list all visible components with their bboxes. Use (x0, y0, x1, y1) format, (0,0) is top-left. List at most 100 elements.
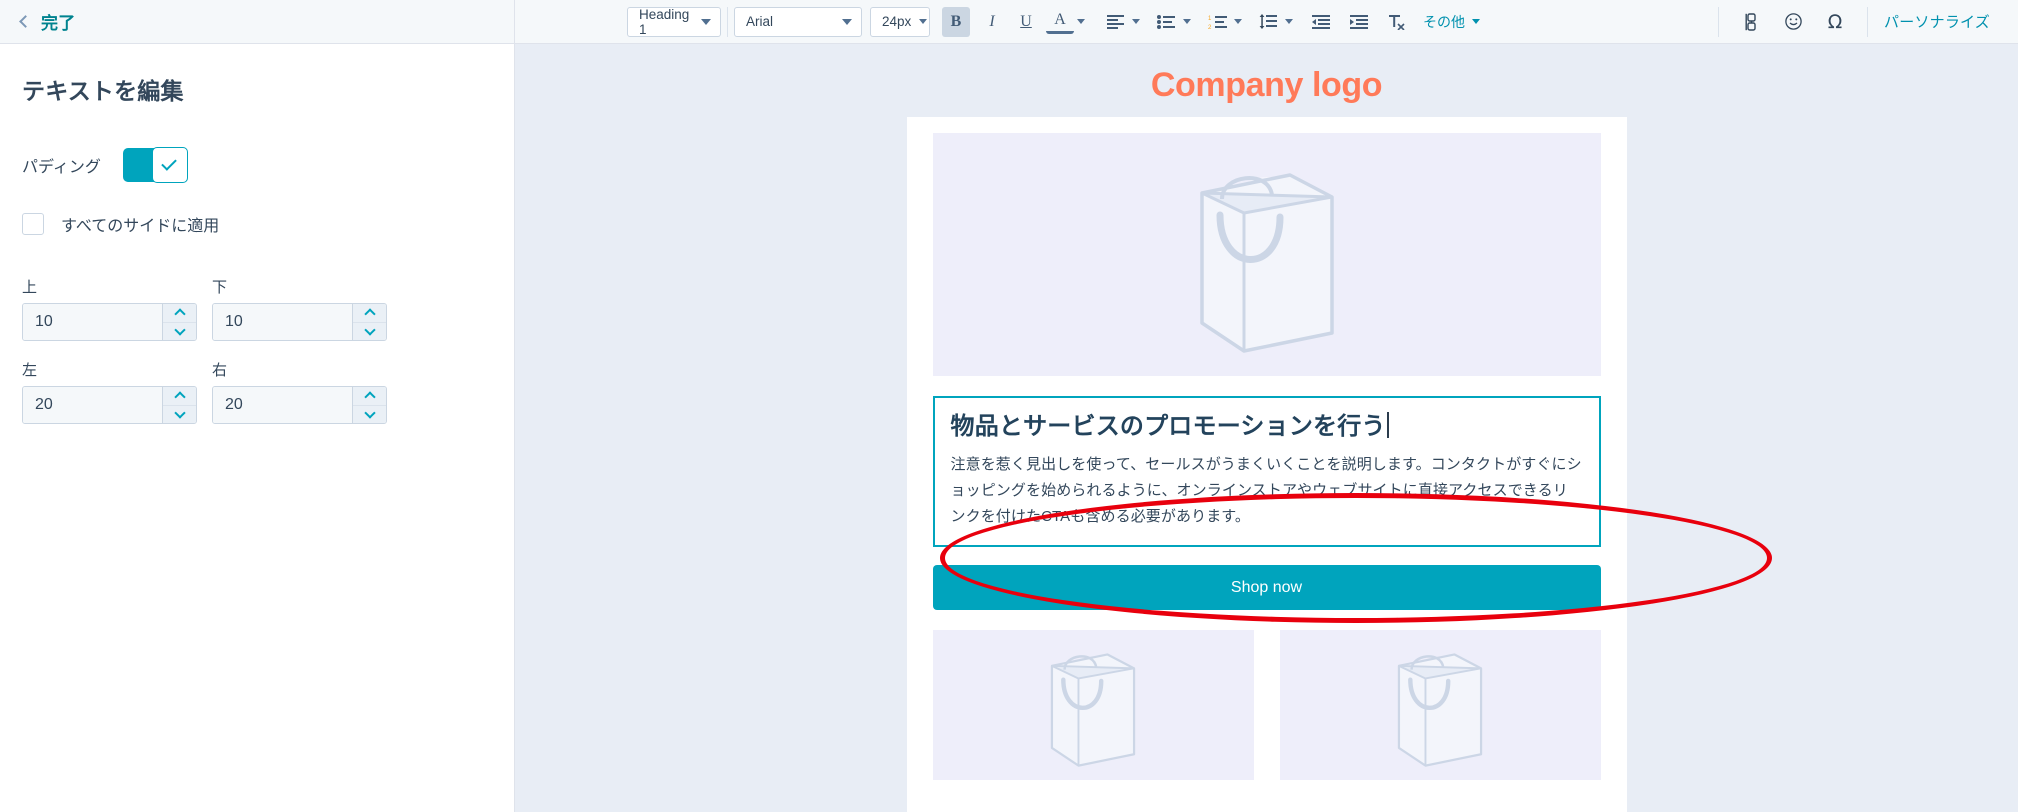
chevron-up-icon[interactable] (353, 387, 386, 405)
svg-text:1: 1 (1208, 16, 1212, 22)
text-block-heading[interactable]: 物品とサービスのプロモーションを行う (951, 412, 1389, 442)
shopping-bag-icon (1397, 653, 1483, 768)
line-height-icon (1254, 7, 1282, 37)
padding-toggle-switch[interactable] (122, 147, 188, 183)
editor-area: Heading 1 Arial 24px B I U A 1 2 その他 Ω パ… (515, 0, 2018, 812)
personalize-button[interactable]: パーソナライズ (1884, 11, 1990, 32)
chevron-down-icon (1077, 19, 1085, 24)
clear-formatting-button[interactable] (1383, 7, 1411, 37)
chevron-down-icon[interactable] (353, 321, 386, 341)
padding-left-label: 左 (22, 362, 38, 379)
chevron-left-icon (19, 15, 32, 28)
edit-text-sidebar: 完了 テキストを編集 パディング すべてのサイドに適用 上 10 下 10 左 … (0, 0, 515, 812)
font-family-select[interactable]: Arial (734, 6, 862, 37)
apply-all-sides-row[interactable]: すべてのサイドに適用 (22, 212, 492, 236)
padding-fields-grid: 上 10 下 10 左 20 右 20 (22, 262, 492, 428)
decrease-indent-button[interactable] (1307, 7, 1335, 37)
toolbar-format-group: B I U A (942, 0, 1087, 44)
toolbar-style-group: Heading 1 (627, 0, 721, 44)
email-canvas: Company logo 物品とサービスのプロモーションを行う 注意を惹く見出し… (515, 44, 2018, 812)
page-title: テキストを編集 (22, 78, 184, 104)
shopping-bag-icon (1050, 653, 1136, 768)
underline-button[interactable]: U (1012, 7, 1040, 37)
bold-button[interactable]: B (942, 6, 970, 37)
italic-button[interactable]: I (978, 7, 1006, 37)
selected-text-block[interactable]: 物品とサービスのプロモーションを行う 注意を惹く見出しを使って、セールスがうまく… (932, 396, 1601, 548)
font-family-value: Arial (746, 14, 774, 29)
more-options-label: その他 (1423, 13, 1465, 30)
padding-left-input[interactable]: 20 (22, 386, 197, 424)
padding-top-input[interactable]: 10 (22, 303, 197, 341)
toolbar-divider (727, 6, 728, 37)
toolbar-font-group: Arial 24px (734, 0, 930, 44)
emoji-icon[interactable] (1779, 7, 1807, 37)
chevron-up-icon[interactable] (353, 304, 386, 322)
chevron-down-icon (1472, 19, 1480, 24)
padding-top-group: 上 10 (22, 262, 197, 345)
toolbar-divider (1718, 6, 1720, 37)
insert-link-icon[interactable] (1737, 7, 1765, 37)
padding-top-value[interactable]: 10 (23, 304, 162, 340)
check-icon (162, 161, 177, 170)
hero-image-placeholder[interactable] (932, 133, 1601, 376)
chevron-up-icon[interactable] (163, 387, 196, 405)
font-size-select[interactable]: 24px (870, 6, 930, 37)
shop-now-button[interactable]: Shop now (932, 565, 1601, 611)
font-color-button[interactable]: A (1046, 10, 1085, 34)
line-height-button[interactable] (1254, 7, 1293, 37)
company-logo-text[interactable]: Company logo (1151, 66, 1383, 104)
padding-bottom-value[interactable]: 10 (213, 304, 352, 340)
padding-left-group: 左 20 (22, 345, 197, 428)
special-character-icon[interactable]: Ω (1821, 7, 1849, 37)
toolbar-right-group: Ω パーソナライズ (1712, 6, 2018, 37)
padding-left-value[interactable]: 20 (23, 387, 162, 423)
svg-text:2: 2 (1208, 25, 1212, 29)
email-body: 物品とサービスのプロモーションを行う 注意を惹く見出しを使って、セールスがうまく… (906, 117, 1627, 812)
chevron-down-icon[interactable] (163, 404, 196, 424)
done-label: 完了 (41, 14, 76, 33)
padding-bottom-label: 下 (212, 279, 228, 296)
heading-text: 物品とサービスのプロモーションを行う (950, 413, 1386, 440)
chevron-down-icon (1234, 19, 1242, 24)
more-options-button[interactable]: その他 (1419, 12, 1480, 32)
chevron-up-icon[interactable] (163, 304, 196, 322)
numbered-list-icon: 1 2 (1203, 7, 1231, 37)
text-style-value: Heading 1 (639, 6, 690, 37)
numbered-list-button[interactable]: 1 2 (1203, 7, 1242, 37)
font-color-icon: A (1046, 10, 1074, 34)
chevron-down-icon (1132, 19, 1140, 24)
sidebar-header: 完了 (0, 0, 514, 44)
padding-right-spinners (352, 387, 386, 423)
padding-bottom-input[interactable]: 10 (212, 303, 387, 341)
padding-bottom-group: 下 10 (212, 262, 387, 345)
done-back-button[interactable]: 完了 (19, 9, 76, 34)
text-cursor (1386, 412, 1389, 438)
rich-text-toolbar: Heading 1 Arial 24px B I U A 1 2 その他 Ω パ… (515, 0, 2018, 44)
padding-right-value[interactable]: 20 (213, 387, 352, 423)
apply-all-sides-checkbox[interactable] (22, 213, 44, 235)
bullet-list-button[interactable] (1152, 7, 1191, 37)
image-placeholder-right[interactable] (1279, 630, 1601, 781)
padding-top-label: 上 (22, 279, 38, 296)
chevron-down-icon (1183, 19, 1191, 24)
padding-top-spinners (162, 304, 196, 340)
padding-right-group: 右 20 (212, 345, 387, 428)
two-column-images (932, 630, 1601, 781)
padding-toggle-row: パディング (22, 147, 492, 183)
chevron-down-icon (842, 18, 852, 25)
align-left-icon (1101, 7, 1129, 37)
text-style-select[interactable]: Heading 1 (627, 6, 721, 37)
chevron-down-icon (919, 19, 928, 24)
shopping-bag-icon (1199, 172, 1334, 353)
align-button[interactable] (1101, 7, 1140, 37)
image-placeholder-left[interactable] (932, 630, 1254, 781)
chevron-down-icon (1285, 19, 1293, 24)
font-size-value: 24px (882, 14, 912, 29)
chevron-down-icon[interactable] (163, 321, 196, 341)
sidebar-body: テキストを編集 パディング すべてのサイドに適用 上 10 下 10 左 20 … (0, 44, 514, 812)
apply-all-sides-label: すべてのサイドに適用 (61, 218, 220, 235)
padding-right-input[interactable]: 20 (212, 386, 387, 424)
chevron-down-icon[interactable] (353, 404, 386, 424)
text-block-paragraph[interactable]: 注意を惹く見出しを使って、セールスがうまくいくことを説明します。コンタクトがすぐ… (951, 452, 1583, 529)
increase-indent-button[interactable] (1345, 7, 1373, 37)
